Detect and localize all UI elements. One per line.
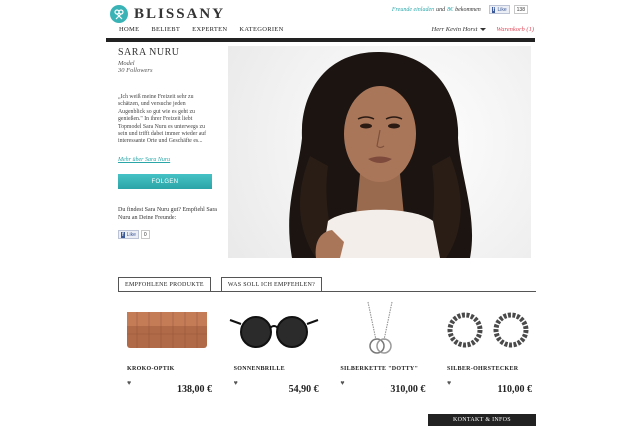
invite-und: und xyxy=(436,6,446,13)
invite-link[interactable]: Freunde einladen xyxy=(392,7,434,13)
product-price: 138,00 € xyxy=(177,384,212,395)
recommend-text: Du findest Sara Nuru gut? Empfiehl Sara … xyxy=(118,207,217,221)
chevron-down-icon xyxy=(480,28,487,32)
product-image-clutch[interactable] xyxy=(118,300,216,358)
tab-what-to-recommend[interactable]: WAS SOLL ICH EMPFEHLEN? xyxy=(220,277,323,291)
nav-item-experten[interactable]: EXPERTEN xyxy=(192,26,227,33)
product-name[interactable]: SILBER-OHRSTECKER xyxy=(447,366,536,372)
facebook-like-label: Like xyxy=(497,6,507,13)
main-nav: HOME BELIEBT EXPERTEN KATEGORIEN xyxy=(119,26,284,33)
contact-info-button[interactable]: KONTAKT & INFOS xyxy=(428,414,536,426)
heart-icon[interactable]: ♥ xyxy=(340,379,344,387)
product-image-sunglasses[interactable] xyxy=(225,300,323,358)
product-price: 110,00 € xyxy=(497,384,532,395)
nav-item-home[interactable]: HOME xyxy=(119,26,139,33)
product-image-necklace[interactable] xyxy=(331,300,429,358)
product-price: 310,00 € xyxy=(390,384,426,395)
product-tabs: EMPFOHLENE PRODUKTE WAS SOLL ICH EMPFEHL… xyxy=(118,277,323,291)
facebook-like-count: 138 xyxy=(513,5,528,14)
nav-item-kategorien[interactable]: KATEGORIEN xyxy=(239,26,283,33)
tab-recommended-products[interactable]: EMPFOHLENE PRODUKTE xyxy=(118,277,211,291)
tab-divider xyxy=(118,291,536,292)
expert-bio: „Ich weiß meine Freizeit sehr zu schätze… xyxy=(118,94,207,145)
invite-amount: 8€ xyxy=(447,6,454,13)
facebook-like-label: Like xyxy=(126,231,136,238)
user-name: Herr Kevin Horst xyxy=(431,26,478,33)
user-nav: Herr Kevin Horst Warenkorb (1) xyxy=(432,26,534,33)
follow-button[interactable]: FOLGEN xyxy=(118,174,212,189)
scissors-key-icon xyxy=(110,5,128,23)
expert-profile: SARA NURU Model 30 Followers „Ich weiß m… xyxy=(118,47,218,163)
expert-name: SARA NURU xyxy=(118,47,180,58)
nav-item-beliebt[interactable]: BELIEBT xyxy=(151,26,180,33)
heart-icon[interactable]: ♥ xyxy=(234,379,238,387)
product-card[interactable]: KROKO-OPTIK ♥ 138,00 € xyxy=(118,300,216,400)
product-card[interactable]: SONNENBRILLE ♥ 54,90 € xyxy=(225,300,323,400)
facebook-like-count: 0 xyxy=(140,230,150,239)
more-about-link[interactable]: Mehr über Sara Nuru xyxy=(118,157,218,163)
product-image-earrings[interactable] xyxy=(438,300,536,358)
product-card[interactable]: SILBERKETTE "DOTTY" ♥ 310,00 € xyxy=(331,300,429,400)
cart-link[interactable]: Warenkorb (1) xyxy=(496,26,534,33)
expert-portrait xyxy=(228,46,531,258)
product-name[interactable]: SONNENBRILLE xyxy=(234,366,323,372)
user-menu[interactable]: Herr Kevin Horst xyxy=(432,26,487,33)
brand-name: BLISSANY xyxy=(134,5,226,22)
invite-bar: Freunde einladen und 8€ bekommen f Like 1… xyxy=(392,5,528,14)
product-name[interactable]: SILBERKETTE "DOTTY" xyxy=(340,366,429,372)
profile-facebook-like: f Like 0 xyxy=(118,230,150,239)
invite-bekommen: bekommen xyxy=(455,6,481,13)
heart-icon[interactable]: ♥ xyxy=(127,379,131,387)
heart-icon[interactable]: ♥ xyxy=(447,379,451,387)
product-list: KROKO-OPTIK ♥ 138,00 € SONNENBRILLE ♥ 54… xyxy=(118,300,536,400)
brand-logo[interactable]: BLISSANY xyxy=(110,5,225,23)
follower-count: 30 Followers xyxy=(118,67,153,74)
product-price: 54,90 € xyxy=(288,384,319,395)
expert-role: Model xyxy=(118,60,135,67)
facebook-icon: f xyxy=(491,6,496,13)
facebook-icon: f xyxy=(121,231,125,238)
facebook-like-button[interactable]: f Like xyxy=(488,5,510,14)
product-name[interactable]: KROKO-OPTIK xyxy=(127,366,216,372)
header-divider xyxy=(106,38,535,42)
product-card[interactable]: SILBER-OHRSTECKER ♥ 110,00 € xyxy=(438,300,536,400)
facebook-like-button[interactable]: f Like xyxy=(118,230,139,239)
